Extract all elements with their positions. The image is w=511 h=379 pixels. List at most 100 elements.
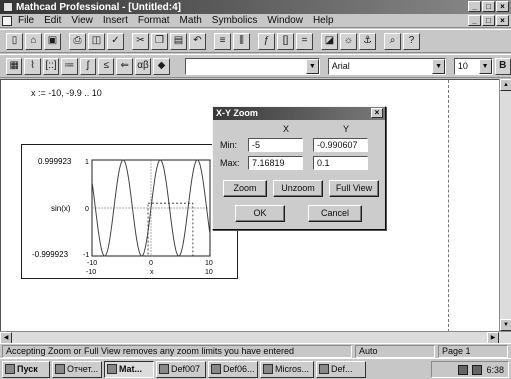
menu-file[interactable]: File (13, 15, 39, 26)
evaluation-palette-icon[interactable]: ≔ (61, 57, 78, 75)
close-button[interactable]: × (496, 1, 509, 12)
mathcad-app-icon[interactable] (3, 2, 13, 12)
bold-icon[interactable]: B (494, 57, 511, 75)
programming-palette-icon[interactable]: ⇐ (116, 57, 133, 75)
calculator-icon[interactable]: ▦ (6, 57, 23, 75)
y-tick-top: 1 (85, 159, 89, 166)
print-preview-icon[interactable]: ◫ (88, 32, 105, 50)
close-icon[interactable]: × (371, 108, 383, 118)
chevron-down-icon[interactable]: ▼ (432, 58, 446, 74)
print-icon[interactable]: ⎙ (69, 32, 86, 50)
calculus-palette-icon[interactable]: ∫ (79, 57, 97, 75)
minimize-button[interactable]: _ (468, 1, 481, 12)
taskbar-item[interactable]: Отчет... (52, 360, 102, 378)
insert-unit-icon[interactable]: [] (277, 32, 294, 50)
resource-center-icon[interactable]: ☼ (340, 32, 357, 50)
y-tick-mid: 0 (85, 206, 89, 213)
zoom-button[interactable]: Zoom (223, 180, 267, 197)
boolean-palette-icon[interactable]: ≤ (98, 57, 115, 75)
x-tick-mid: 0 (149, 260, 153, 267)
copy-icon[interactable]: ❐ (151, 32, 168, 50)
dialog-title-bar[interactable]: X-Y Zoom × (213, 107, 385, 120)
xy-plot[interactable]: 0.999923 sin(x) -0.999923 1 0 -1 -10 0 1… (21, 144, 238, 279)
menu-bar: File Edit View Insert Format Math Symbol… (0, 14, 511, 28)
system-tray: 6:38 (431, 361, 509, 378)
menu-insert[interactable]: Insert (98, 15, 133, 26)
taskbar-item[interactable]: Def007 (156, 360, 206, 378)
x-min-field[interactable]: -5 (248, 138, 303, 152)
align-across-icon[interactable]: ≡ (214, 32, 231, 50)
doc-close-button[interactable]: × (496, 15, 509, 26)
calculate-icon[interactable]: = (296, 32, 313, 50)
taskbar-item-mathcad[interactable]: Mat... (104, 360, 154, 378)
chevron-down-icon[interactable]: ▼ (305, 58, 319, 74)
range-variable-definition[interactable]: x := -10, -9.9 .. 10 (31, 88, 102, 98)
document-icon[interactable] (2, 15, 12, 26)
scroll-down-icon[interactable]: ▼ (500, 319, 511, 331)
open-folder-icon[interactable]: ⌂ (25, 32, 42, 50)
symbolic-palette-icon[interactable]: ◆ (153, 57, 170, 75)
keyboard-layout-icon[interactable] (458, 364, 469, 375)
status-message: Accepting Zoom or Full View removes any … (2, 345, 352, 358)
taskbar-item-label: Def... (331, 363, 353, 374)
page-break-line (448, 80, 449, 332)
undo-icon[interactable]: ↶ (189, 32, 206, 50)
menu-symbolics[interactable]: Symbolics (207, 15, 263, 26)
menu-view[interactable]: View (66, 15, 98, 26)
font-select[interactable]: Arial ▼ (327, 57, 447, 75)
full-view-button[interactable]: Full View (329, 180, 379, 197)
folder-icon (319, 364, 329, 374)
new-file-icon[interactable]: ▯ (6, 32, 23, 50)
style-select[interactable]: ▼ (185, 57, 320, 75)
help-icon[interactable]: ? (403, 32, 420, 50)
vertical-scrollbar[interactable]: ▲ ▼ (499, 79, 511, 331)
matrix-palette-icon[interactable]: [::] (42, 57, 60, 75)
y-max-field[interactable]: 0.1 (313, 156, 368, 170)
insert-hyperlink-icon[interactable]: ⚓ (359, 32, 376, 50)
font-size-select[interactable]: 10 ▼ (453, 57, 493, 75)
greek-palette-icon[interactable]: αβ (134, 57, 152, 75)
formatting-toolbar: ▦ ⌇ [::] ≔ ∫ ≤ ⇐ αβ ◆ ▼ Arial ▼ 10 ▼ B (0, 54, 511, 78)
save-disk-icon[interactable]: ▣ (44, 32, 61, 50)
font-size-value: 10 (457, 60, 468, 71)
maximize-button[interactable]: □ (482, 1, 495, 12)
zoom-icon[interactable]: ⌕ (384, 32, 401, 50)
cancel-button[interactable]: Cancel (308, 205, 362, 222)
align-down-icon[interactable]: ⫼ (233, 32, 250, 50)
chevron-down-icon[interactable]: ▼ (478, 58, 492, 74)
ok-button[interactable]: OK (235, 205, 285, 222)
scroll-up-icon[interactable]: ▲ (500, 79, 511, 91)
doc-restore-button[interactable]: □ (482, 15, 495, 26)
menu-format[interactable]: Format (133, 15, 175, 26)
document-icon (55, 364, 65, 374)
insert-function-icon[interactable]: ƒ (258, 32, 275, 50)
folder-icon (159, 364, 169, 374)
cut-icon[interactable]: ✂ (132, 32, 149, 50)
taskbar-item-label: Def007 (171, 363, 201, 374)
start-button[interactable]: Пуск (2, 360, 50, 378)
dialog-title: X-Y Zoom (216, 108, 258, 118)
menu-window[interactable]: Window (262, 15, 308, 26)
max-label: Max: (220, 158, 240, 168)
menu-help[interactable]: Help (308, 15, 339, 26)
taskbar-item[interactable]: Def06... (208, 360, 258, 378)
clock[interactable]: 6:38 (486, 365, 504, 375)
y-max-label: 0.999923 (38, 157, 72, 166)
x-max-field[interactable]: 7.16819 (248, 156, 303, 170)
y-min-field[interactable]: -0.990607 (313, 138, 368, 152)
doc-minimize-button[interactable]: _ (468, 15, 481, 26)
horizontal-scrollbar[interactable]: ◀ ▶ (0, 331, 511, 344)
volume-icon[interactable] (472, 364, 483, 375)
component-icon[interactable]: ◪ (321, 32, 338, 50)
x-max-label: 10 (205, 269, 213, 276)
paste-icon[interactable]: ▤ (170, 32, 187, 50)
windows-logo-icon (5, 364, 15, 374)
taskbar-item[interactable]: Micros... (260, 360, 314, 378)
unzoom-button[interactable]: Unzoom (273, 180, 323, 197)
graph-palette-icon[interactable]: ⌇ (24, 57, 41, 75)
menu-edit[interactable]: Edit (39, 15, 66, 26)
x-min-label: -10 (86, 269, 96, 276)
taskbar-item[interactable]: Def... (316, 360, 366, 378)
spell-check-icon[interactable]: ✓ (107, 32, 124, 50)
menu-math[interactable]: Math (175, 15, 207, 26)
